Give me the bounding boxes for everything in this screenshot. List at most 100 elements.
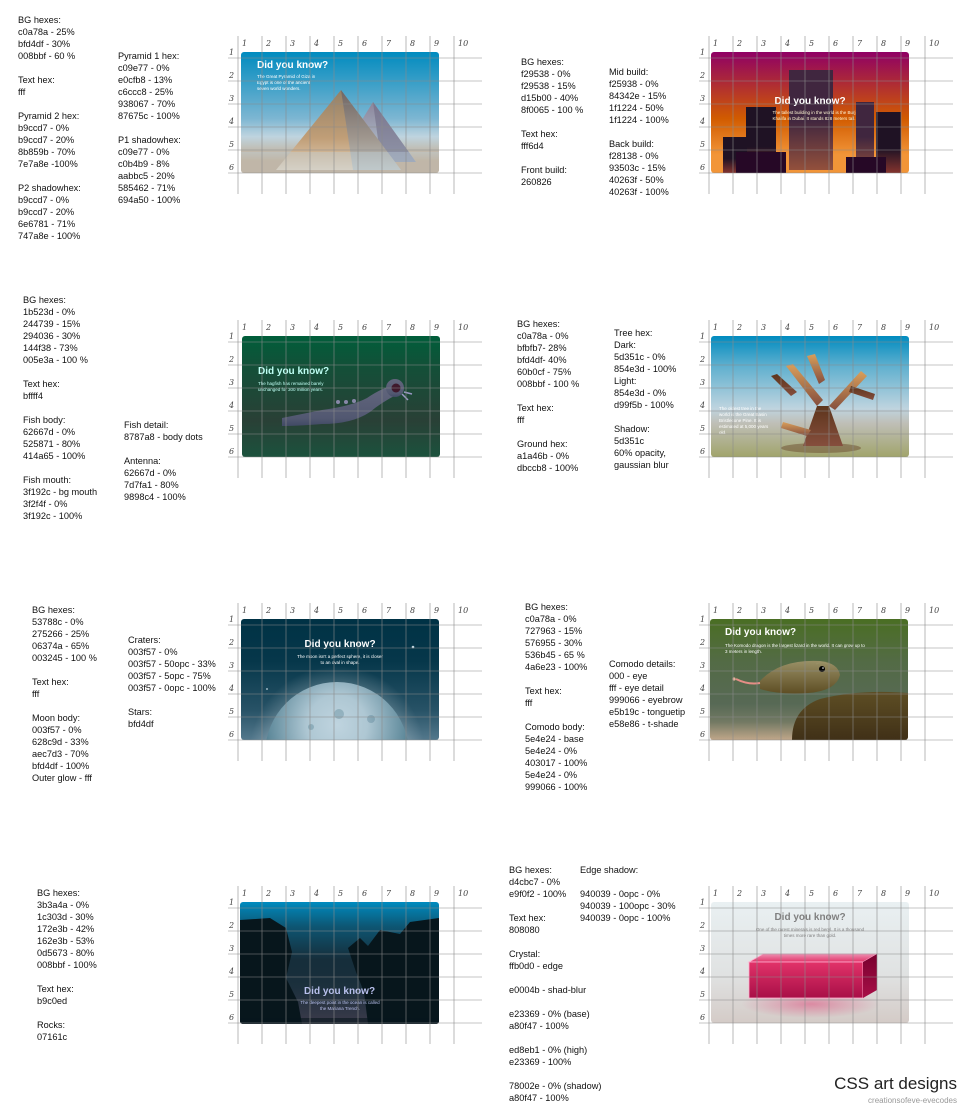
grid-col-label: 8 [410, 889, 415, 898]
grid-col-label: 8 [881, 39, 886, 48]
grid-lines: 1 2 3 4 5 6 7 8 9 10 1 2 3 4 5 6 [699, 886, 953, 1044]
grid-col-label: 1 [713, 323, 718, 332]
grid-col-label: 10 [929, 323, 939, 332]
grid-col-label: 10 [929, 606, 939, 615]
grid-row-label: 3 [229, 661, 234, 670]
grid-col-label: 7 [386, 323, 392, 332]
fish-notes-right: Fish detail: 8787a8 - body dots Antenna:… [124, 420, 203, 502]
grid-row-label: 2 [228, 355, 234, 364]
grid-row-label: 6 [700, 447, 705, 456]
grid-row-label: 2 [228, 921, 234, 930]
grid-row-label: 4 [228, 401, 234, 410]
grid-col-label: 6 [362, 889, 367, 898]
grid-col-label: 4 [784, 606, 790, 615]
grid-col-label: 9 [434, 889, 439, 898]
grid-col-label: 3 [761, 323, 766, 332]
page-title: CSS art designs [834, 1074, 957, 1093]
fish-notes-left: BG hexes: 1b523d - 0% 244739 - 15% 29403… [23, 295, 98, 521]
grid-row-label: 3 [229, 94, 234, 103]
grid-row-label: 1 [229, 48, 234, 57]
grid-col-label: 8 [881, 889, 886, 898]
grid-row-label: 1 [700, 332, 705, 341]
grid-col-label: 8 [410, 39, 415, 48]
grid-row-label: 5 [229, 707, 234, 716]
grid-row-label: 5 [700, 707, 705, 716]
grid-col-label: 3 [290, 39, 295, 48]
grid-lines: 1 2 3 4 5 6 7 8 9 10 1 2 3 4 5 6 [228, 36, 482, 194]
grid-row-label: 2 [699, 638, 705, 647]
grid-col-label: 4 [784, 323, 790, 332]
grid-col-label: 3 [761, 606, 766, 615]
grid-row-label: 1 [700, 898, 705, 907]
pyramids-notes-right: Pyramid 1 hex: c09e77 - 0% e0cfb8 - 13% … [118, 51, 181, 205]
grid-col-label: 2 [736, 606, 742, 615]
grid-row-label: 2 [228, 638, 234, 647]
grid-row-label: 6 [700, 730, 705, 739]
grid-col-label: 5 [338, 323, 343, 332]
grid-col-label: 1 [242, 606, 247, 615]
grid-col-label: 5 [338, 606, 343, 615]
grid-col-label: 7 [857, 606, 863, 615]
grid-row-label: 4 [228, 684, 234, 693]
grid-lines: 1 2 3 4 5 6 7 8 9 10 1 2 3 4 5 6 [699, 36, 953, 194]
grid-row-label: 1 [229, 332, 234, 341]
grid-row-label: 5 [700, 140, 705, 149]
grid-col-label: 10 [458, 323, 468, 332]
grid-lines: 1 2 3 4 5 6 7 8 9 10 1 2 3 4 5 6 [228, 886, 482, 1044]
grid-col-label: 10 [929, 39, 939, 48]
grid-col-label: 8 [881, 606, 886, 615]
grid-row-label: 3 [700, 661, 705, 670]
grid-col-label: 1 [713, 39, 718, 48]
grid-col-label: 3 [290, 889, 295, 898]
grid-col-label: 3 [761, 889, 766, 898]
grid-row-label: 4 [228, 967, 234, 976]
grid-lines: 1 2 3 4 5 6 7 8 9 10 1 2 3 4 5 6 [699, 603, 953, 761]
grid-col-label: 7 [857, 39, 863, 48]
grid-col-label: 6 [833, 889, 838, 898]
grid-col-label: 5 [338, 889, 343, 898]
grid-row-label: 3 [700, 378, 705, 387]
grid-row-label: 1 [700, 615, 705, 624]
grid-col-label: 10 [458, 889, 468, 898]
grid-col-label: 3 [761, 39, 766, 48]
grid-row-label: 4 [228, 117, 234, 126]
moon-notes-left: BG hexes: 53788c - 0% 275266 - 25% 06374… [32, 605, 97, 783]
grid-col-label: 9 [905, 606, 910, 615]
grid-row-label: 6 [229, 1013, 234, 1022]
grid-row-label: 2 [699, 71, 705, 80]
grid-row-label: 5 [700, 990, 705, 999]
grid-col-label: 6 [833, 39, 838, 48]
grid-col-label: 6 [833, 606, 838, 615]
grid-row-label: 4 [699, 967, 705, 976]
grid-col-label: 2 [265, 889, 271, 898]
grid-col-label: 7 [857, 889, 863, 898]
grid-row-label: 3 [700, 944, 705, 953]
grid-row-label: 1 [700, 48, 705, 57]
grid-col-label: 5 [809, 889, 814, 898]
grid-row-label: 6 [700, 1013, 705, 1022]
grid-row-label: 3 [700, 94, 705, 103]
grid-col-label: 5 [809, 39, 814, 48]
grid-row-label: 6 [229, 730, 234, 739]
grid-col-label: 4 [313, 889, 319, 898]
page-subtitle: creationsofeve-evecodes [868, 1096, 957, 1105]
grid-col-label: 9 [434, 39, 439, 48]
grid-col-label: 4 [313, 323, 319, 332]
skyline-notes-left: BG hexes: f29538 - 0% f29538 - 15% d15b0… [521, 57, 584, 187]
tree-notes-left: BG hexes: c0a78a - 0% bfbfb7- 28% bfd4df… [517, 319, 580, 473]
grid-col-label: 7 [386, 889, 392, 898]
grid-lines: 1 2 3 4 5 6 7 8 9 10 1 2 3 4 5 6 [699, 320, 953, 478]
grid-row-label: 2 [699, 921, 705, 930]
grid-col-label: 5 [809, 606, 814, 615]
grid-col-label: 8 [410, 323, 415, 332]
grid-col-label: 1 [242, 889, 247, 898]
grid-col-label: 1 [713, 606, 718, 615]
grid-col-label: 2 [736, 889, 742, 898]
skyline-notes-right: Mid build: f25938 - 0% 84342e - 15% 1f12… [609, 67, 669, 197]
grid-row-label: 3 [229, 378, 234, 387]
grid-row-label: 3 [229, 944, 234, 953]
grid-col-label: 8 [881, 323, 886, 332]
grid-col-label: 7 [386, 606, 392, 615]
grid-row-label: 1 [229, 898, 234, 907]
grid-col-label: 5 [338, 39, 343, 48]
